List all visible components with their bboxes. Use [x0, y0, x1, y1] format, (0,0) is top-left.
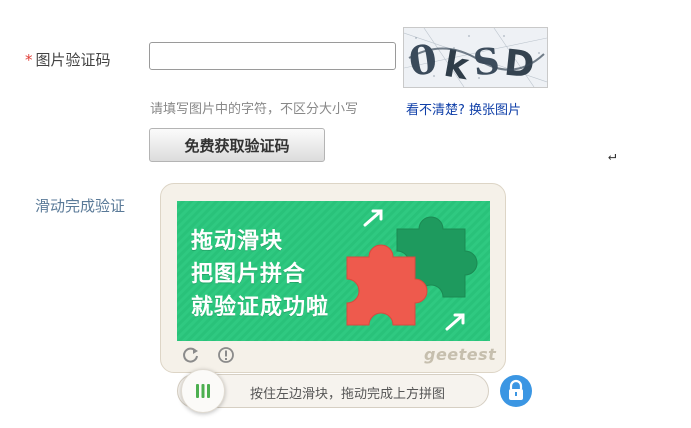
captcha-hint: 请填写图片中的字符，不区分大小写	[150, 102, 359, 117]
puzzle-text-line-2: 把图片拼合	[191, 262, 307, 287]
image-captcha-label: * 图片验证码	[25, 49, 111, 70]
puzzle-pieces-illustration	[346, 209, 478, 331]
svg-text:S: S	[471, 40, 501, 84]
grip-bars-icon	[196, 384, 210, 398]
slider-knob[interactable]	[181, 369, 225, 413]
puzzle-text-line-3: 就验证成功啦	[191, 295, 330, 320]
text-cursor-icon: ↵	[608, 148, 617, 164]
lock-icon	[499, 374, 533, 408]
info-icon[interactable]	[217, 346, 235, 364]
puzzle-text-line-1: 拖动滑块	[191, 229, 284, 254]
slider-instruction: 按住左边滑块，拖动完成上方拼图	[250, 387, 446, 402]
slide-captcha-label: 滑动完成验证	[35, 197, 126, 215]
refresh-icon[interactable]	[182, 346, 200, 364]
geetest-logo: geetest	[424, 345, 497, 364]
image-captcha-input[interactable]	[149, 42, 396, 70]
image-captcha-label-text: 图片验证码	[35, 51, 111, 69]
get-sms-code-button[interactable]: 免费获取验证码	[149, 128, 325, 162]
refresh-captcha-link[interactable]: 看不清楚? 换张图片	[406, 99, 521, 118]
required-mark: *	[25, 51, 33, 69]
captcha-image[interactable]: 0 k S D	[403, 27, 548, 88]
puzzle-image: 拖动滑块 把图片拼合 就验证成功啦	[177, 201, 490, 341]
